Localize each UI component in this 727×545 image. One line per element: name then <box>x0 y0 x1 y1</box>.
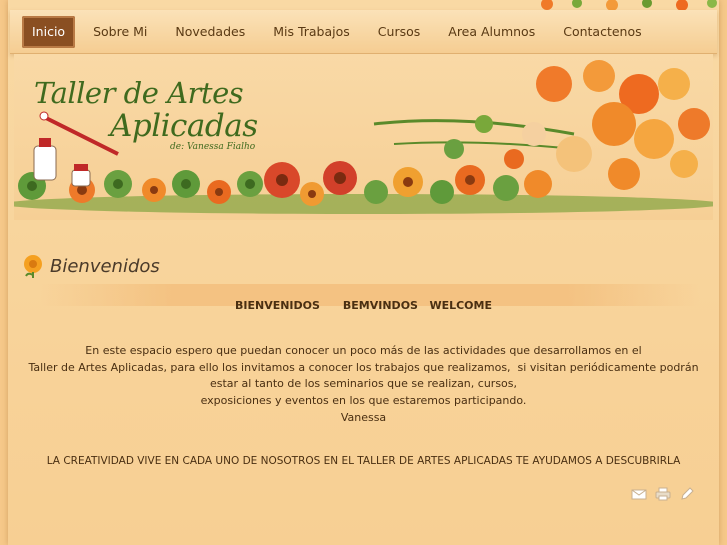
edit-icon[interactable] <box>679 486 695 502</box>
logo-title-line-2[interactable]: Aplicadas <box>110 108 258 144</box>
flower-icon <box>24 255 42 278</box>
logo-title-line-1[interactable]: Taller de Artes <box>34 76 244 110</box>
nav-item-cursos[interactable]: Cursos <box>364 16 434 48</box>
intro-line-4: exposiciones y eventos en los que estare… <box>200 394 527 407</box>
greeting-text: BIENVENIDOS BEMVINDOS WELCOME <box>235 299 492 312</box>
site-header: Taller de Artes Aplicadas de: Vanessa Fi… <box>14 54 713 220</box>
page-title: Bienvenidos <box>50 255 160 277</box>
nav-item-mis-trabajos[interactable]: Mis Trabajos <box>259 16 364 48</box>
intro-line-1: En este espacio espero que puedan conoce… <box>85 344 642 357</box>
nav-item-area-alumnos[interactable]: Area Alumnos <box>434 16 549 48</box>
action-icons <box>631 486 695 502</box>
logo-subtitle: de: Vanessa Fialho <box>170 142 256 152</box>
main-nav: Inicio Sobre Mi Novedades Mis Trabajos C… <box>10 10 717 54</box>
intro-line-2: Taller de Artes Aplicadas, para ello los… <box>28 361 699 374</box>
motto-text: LA CREATIVIDAD VIVE EN CADA UNO DE NOSOT… <box>46 455 681 467</box>
page-title-row: Bienvenidos <box>22 254 160 278</box>
nav-item-contactenos[interactable]: Contactenos <box>549 16 655 48</box>
nav-item-inicio[interactable]: Inicio <box>22 15 76 48</box>
intro-line-3: estar al tanto de los seminarios que se … <box>209 377 518 390</box>
signature: Vanessa <box>340 411 387 424</box>
nav-item-novedades[interactable]: Novedades <box>161 16 259 48</box>
nav-item-sobre-mi[interactable]: Sobre Mi <box>79 16 161 48</box>
mail-icon[interactable] <box>631 486 647 502</box>
print-icon[interactable] <box>655 486 671 502</box>
